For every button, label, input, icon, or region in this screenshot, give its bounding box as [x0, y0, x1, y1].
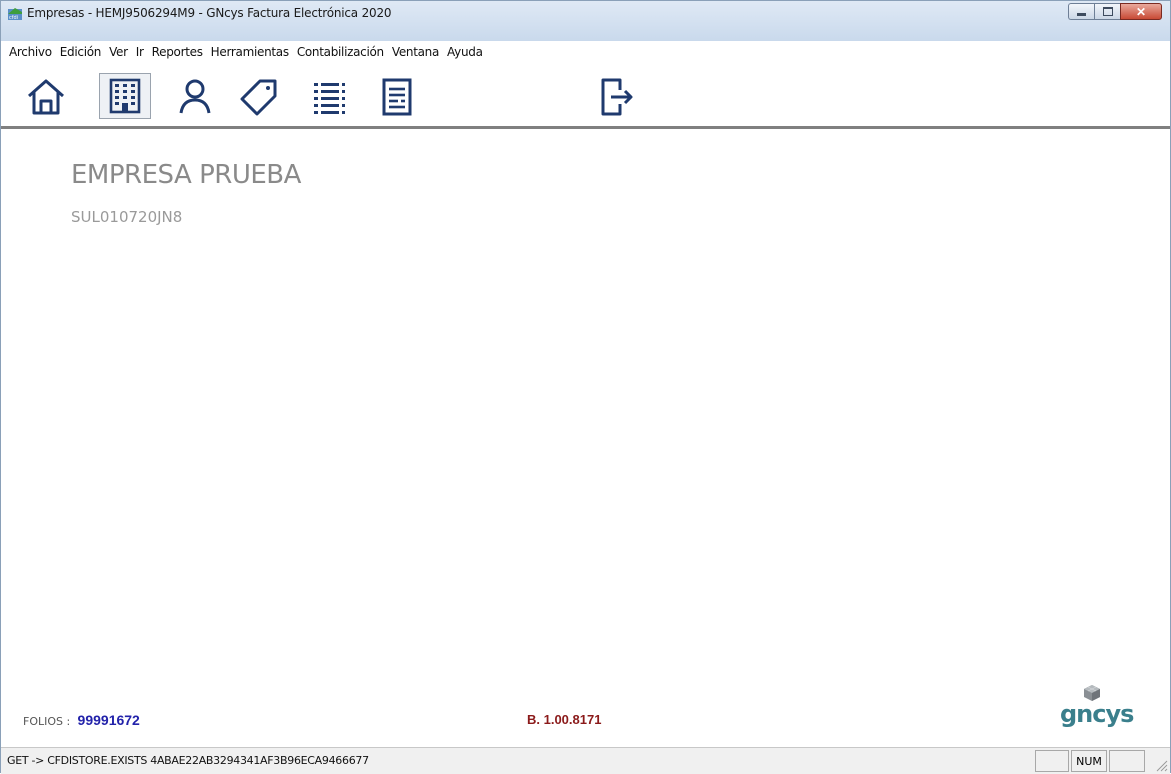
maximize-button[interactable]: [1094, 3, 1120, 20]
home-button[interactable]: [20, 73, 72, 121]
maximize-icon: [1102, 7, 1113, 16]
company-name: EMPRESA PRUEBA: [71, 160, 301, 190]
app-window: cfdi Empresas - HEMJ9506294M9 - GNcys Fa…: [0, 0, 1171, 774]
exit-icon: [601, 78, 633, 116]
list-button[interactable]: [303, 73, 355, 121]
status-bar: GET -> CFDISTORE.EXISTS 4ABAE22AB3294341…: [1, 747, 1170, 774]
company-rfc: SUL010720JN8: [71, 208, 183, 226]
title-bar[interactable]: cfdi Empresas - HEMJ9506294M9 - GNcys Fa…: [1, 1, 1170, 41]
window-title: Empresas - HEMJ9506294M9 - GNcys Factura…: [27, 6, 392, 20]
document-button[interactable]: [371, 73, 423, 121]
folios-label: FOLIOS :: [23, 715, 71, 728]
minimize-button[interactable]: [1068, 3, 1094, 20]
menu-archivo[interactable]: Archivo: [5, 45, 56, 59]
close-button[interactable]: ✕: [1120, 3, 1162, 20]
brand-logo: gncys: [1058, 684, 1148, 734]
folios-value: 99991672: [77, 712, 140, 728]
menu-ver[interactable]: Ver: [105, 45, 132, 59]
list-icon: [314, 83, 345, 114]
status-message: GET -> CFDISTORE.EXISTS 4ABAE22AB3294341…: [7, 754, 369, 767]
tag-icon: [240, 79, 277, 116]
menu-ventana[interactable]: Ventana: [388, 45, 443, 59]
status-pane-empty: [1035, 750, 1069, 772]
menu-herramientas[interactable]: Herramientas: [207, 45, 293, 59]
folios-counter: FOLIOS : 99991672: [23, 712, 140, 728]
companies-button[interactable]: [99, 73, 151, 119]
resize-grip-icon[interactable]: [1154, 758, 1168, 772]
products-button[interactable]: [233, 73, 285, 121]
menu-reportes[interactable]: Reportes: [148, 45, 207, 59]
window-controls: ✕: [1068, 3, 1162, 20]
svg-text:cfdi: cfdi: [9, 15, 18, 21]
menu-ayuda[interactable]: Ayuda: [443, 45, 487, 59]
close-icon: ✕: [1135, 4, 1147, 19]
clients-button[interactable]: [169, 73, 221, 121]
minimize-icon: [1077, 12, 1086, 16]
num-lock-indicator: NUM: [1071, 750, 1107, 772]
user-icon: [179, 79, 211, 114]
home-icon: [28, 79, 64, 115]
menu-contabilizacion[interactable]: Contabilización: [293, 45, 388, 59]
building-icon: [109, 78, 141, 114]
exit-button[interactable]: [589, 73, 641, 121]
menu-bar: Archivo Edición Ver Ir Reportes Herramie…: [1, 42, 1170, 62]
menu-ir[interactable]: Ir: [132, 45, 148, 59]
status-pane-scroll: [1109, 750, 1145, 772]
menu-edicion[interactable]: Edición: [56, 45, 105, 59]
brand-wordmark: gncys: [1060, 700, 1134, 728]
build-version: B. 1.00.8171: [527, 712, 602, 727]
document-icon: [382, 78, 412, 116]
app-icon: cfdi: [8, 8, 22, 21]
toolbar: [1, 63, 1170, 129]
